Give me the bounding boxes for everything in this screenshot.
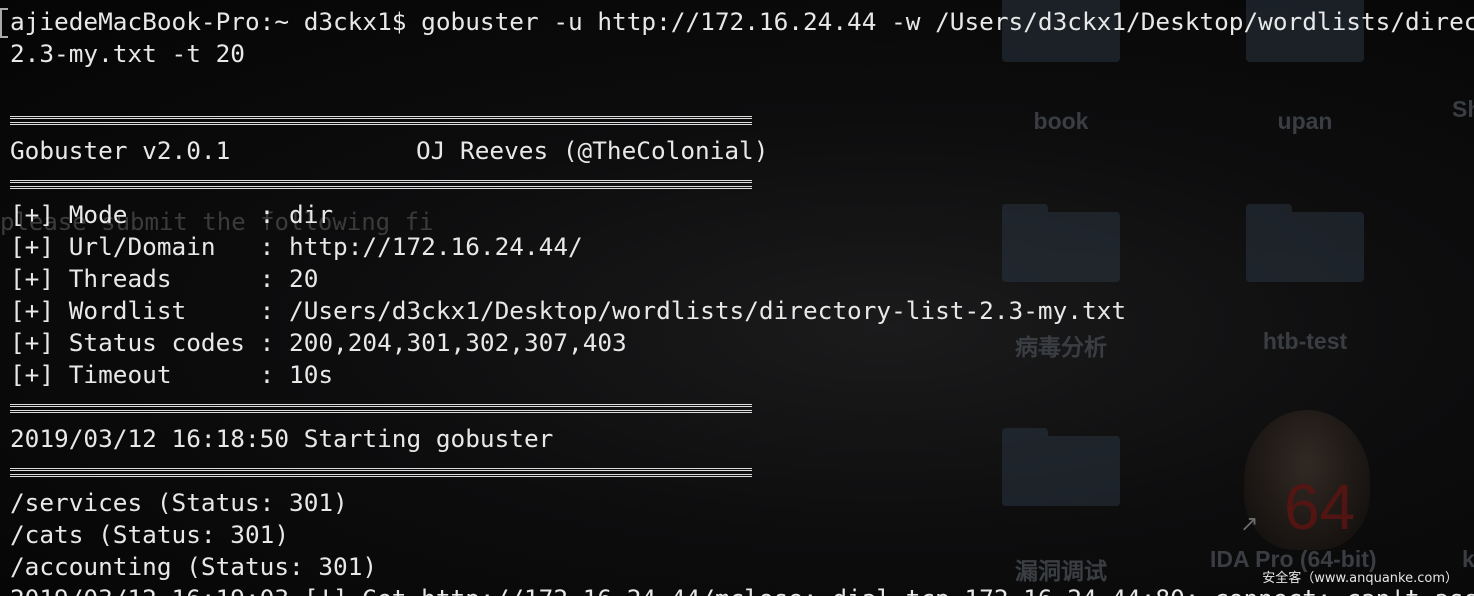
config-line: [+] Url/Domain : http://172.16.24.44/ xyxy=(10,232,583,261)
result-line: /services (Status: 301) xyxy=(10,488,348,517)
result-line: /cats (Status: 301) xyxy=(10,520,290,549)
result-line: /accounting (Status: 301) xyxy=(10,552,378,581)
prompt-command-continuation: 2.3-my.txt -t 20 xyxy=(10,39,245,68)
banner-divider xyxy=(10,180,752,189)
config-line: [+] Mode : dir xyxy=(10,200,334,229)
banner-title: Gobuster v2.0.1 xyxy=(10,136,231,165)
error-line: 2019/03/12 16:19:03 [!] Get http://172.1… xyxy=(10,583,1474,596)
prompt-bracket xyxy=(0,8,8,38)
watermark: 安全客（www.anquanke.com） xyxy=(1262,571,1458,586)
banner-divider xyxy=(10,468,752,477)
banner-author: OJ Reeves (@TheColonial) xyxy=(416,136,769,165)
config-line: [+] Threads : 20 xyxy=(10,264,319,293)
screen: book upan Sh 病毒分析 htb-test 漏洞调试 64 ↗ IDA… xyxy=(0,0,1474,596)
config-line: [+] Wordlist : /Users/d3ckx1/Desktop/wor… xyxy=(10,296,1127,325)
config-line: [+] Timeout : 10s xyxy=(10,360,334,389)
banner-divider xyxy=(10,404,752,413)
prompt-command-line: ajiedeMacBook-Pro:~ d3ckx1$ gobuster -u … xyxy=(10,7,1474,36)
banner-divider xyxy=(10,116,752,125)
config-line: [+] Status codes : 200,204,301,302,307,4… xyxy=(10,328,627,357)
terminal-window[interactable]: ajiedeMacBook-Pro:~ d3ckx1$ gobuster -u … xyxy=(0,0,1474,596)
start-status-line: 2019/03/12 16:18:50 Starting gobuster xyxy=(10,424,554,453)
